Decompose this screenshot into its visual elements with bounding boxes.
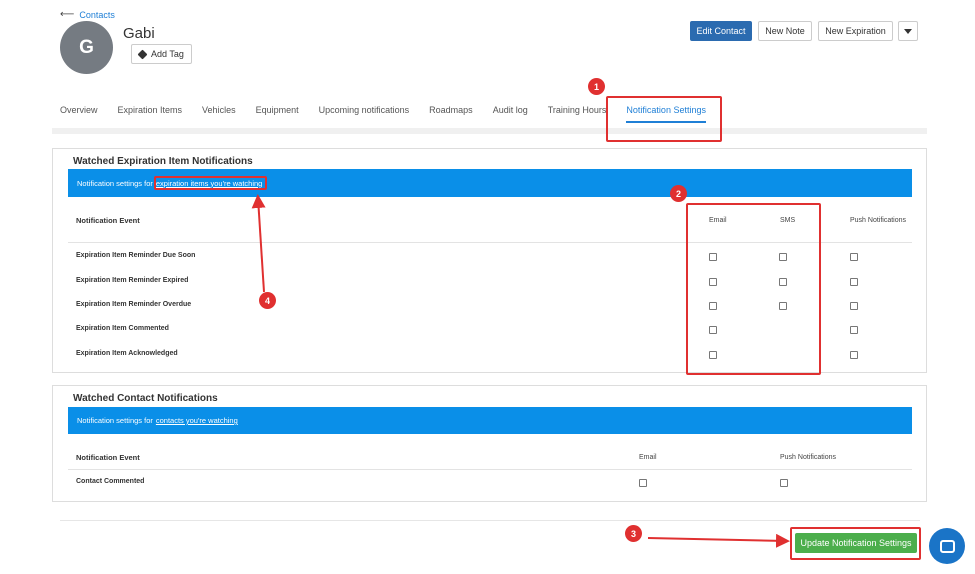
annotation-arrows (251, 194, 790, 548)
arrow-to-update-button (647, 533, 790, 548)
arrow-to-watching-link (251, 194, 266, 293)
annotation-badge-1: 1 (588, 78, 605, 95)
annotation-badge-3: 3 (625, 525, 642, 542)
annotation-badge-2: 2 (670, 185, 687, 202)
annotation-badge-4: 4 (259, 292, 276, 309)
